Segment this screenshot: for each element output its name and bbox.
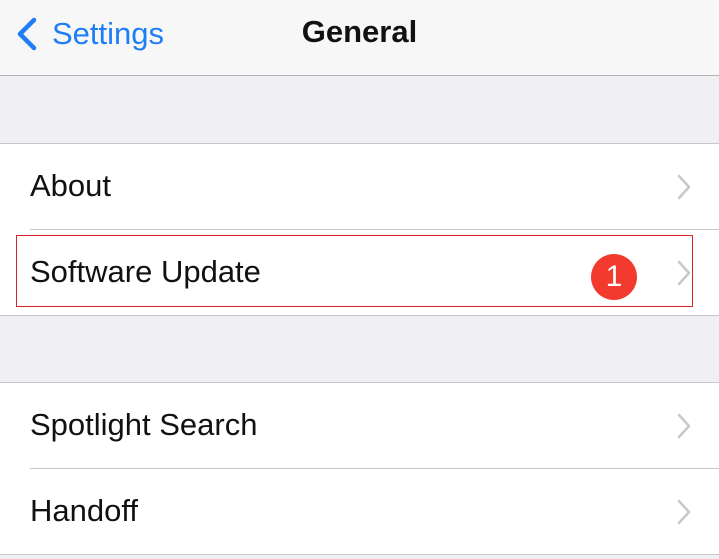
- chevron-right-icon: [677, 260, 691, 286]
- chevron-right-icon: [677, 413, 691, 439]
- settings-group-2: Spotlight Search Handoff: [0, 382, 719, 555]
- software-update-label: Software Update: [30, 254, 261, 289]
- handoff-label: Handoff: [30, 493, 139, 528]
- update-count-badge: 1: [591, 254, 637, 300]
- handoff-row[interactable]: Handoff: [0, 469, 719, 554]
- chevron-right-icon: [677, 174, 691, 200]
- software-update-row[interactable]: Software Update 1: [0, 230, 719, 315]
- spotlight-search-label: Spotlight Search: [30, 407, 258, 442]
- spotlight-search-row[interactable]: Spotlight Search: [0, 383, 719, 468]
- settings-group-1: About Software Update 1: [0, 143, 719, 316]
- settings-general-screen: Settings General About Software Update 1: [0, 0, 719, 559]
- about-row[interactable]: About: [0, 144, 719, 229]
- page-title: General: [301, 14, 418, 49]
- about-label: About: [30, 168, 112, 203]
- navigation-bar: Settings General: [0, 0, 719, 76]
- chevron-right-icon: [677, 499, 691, 525]
